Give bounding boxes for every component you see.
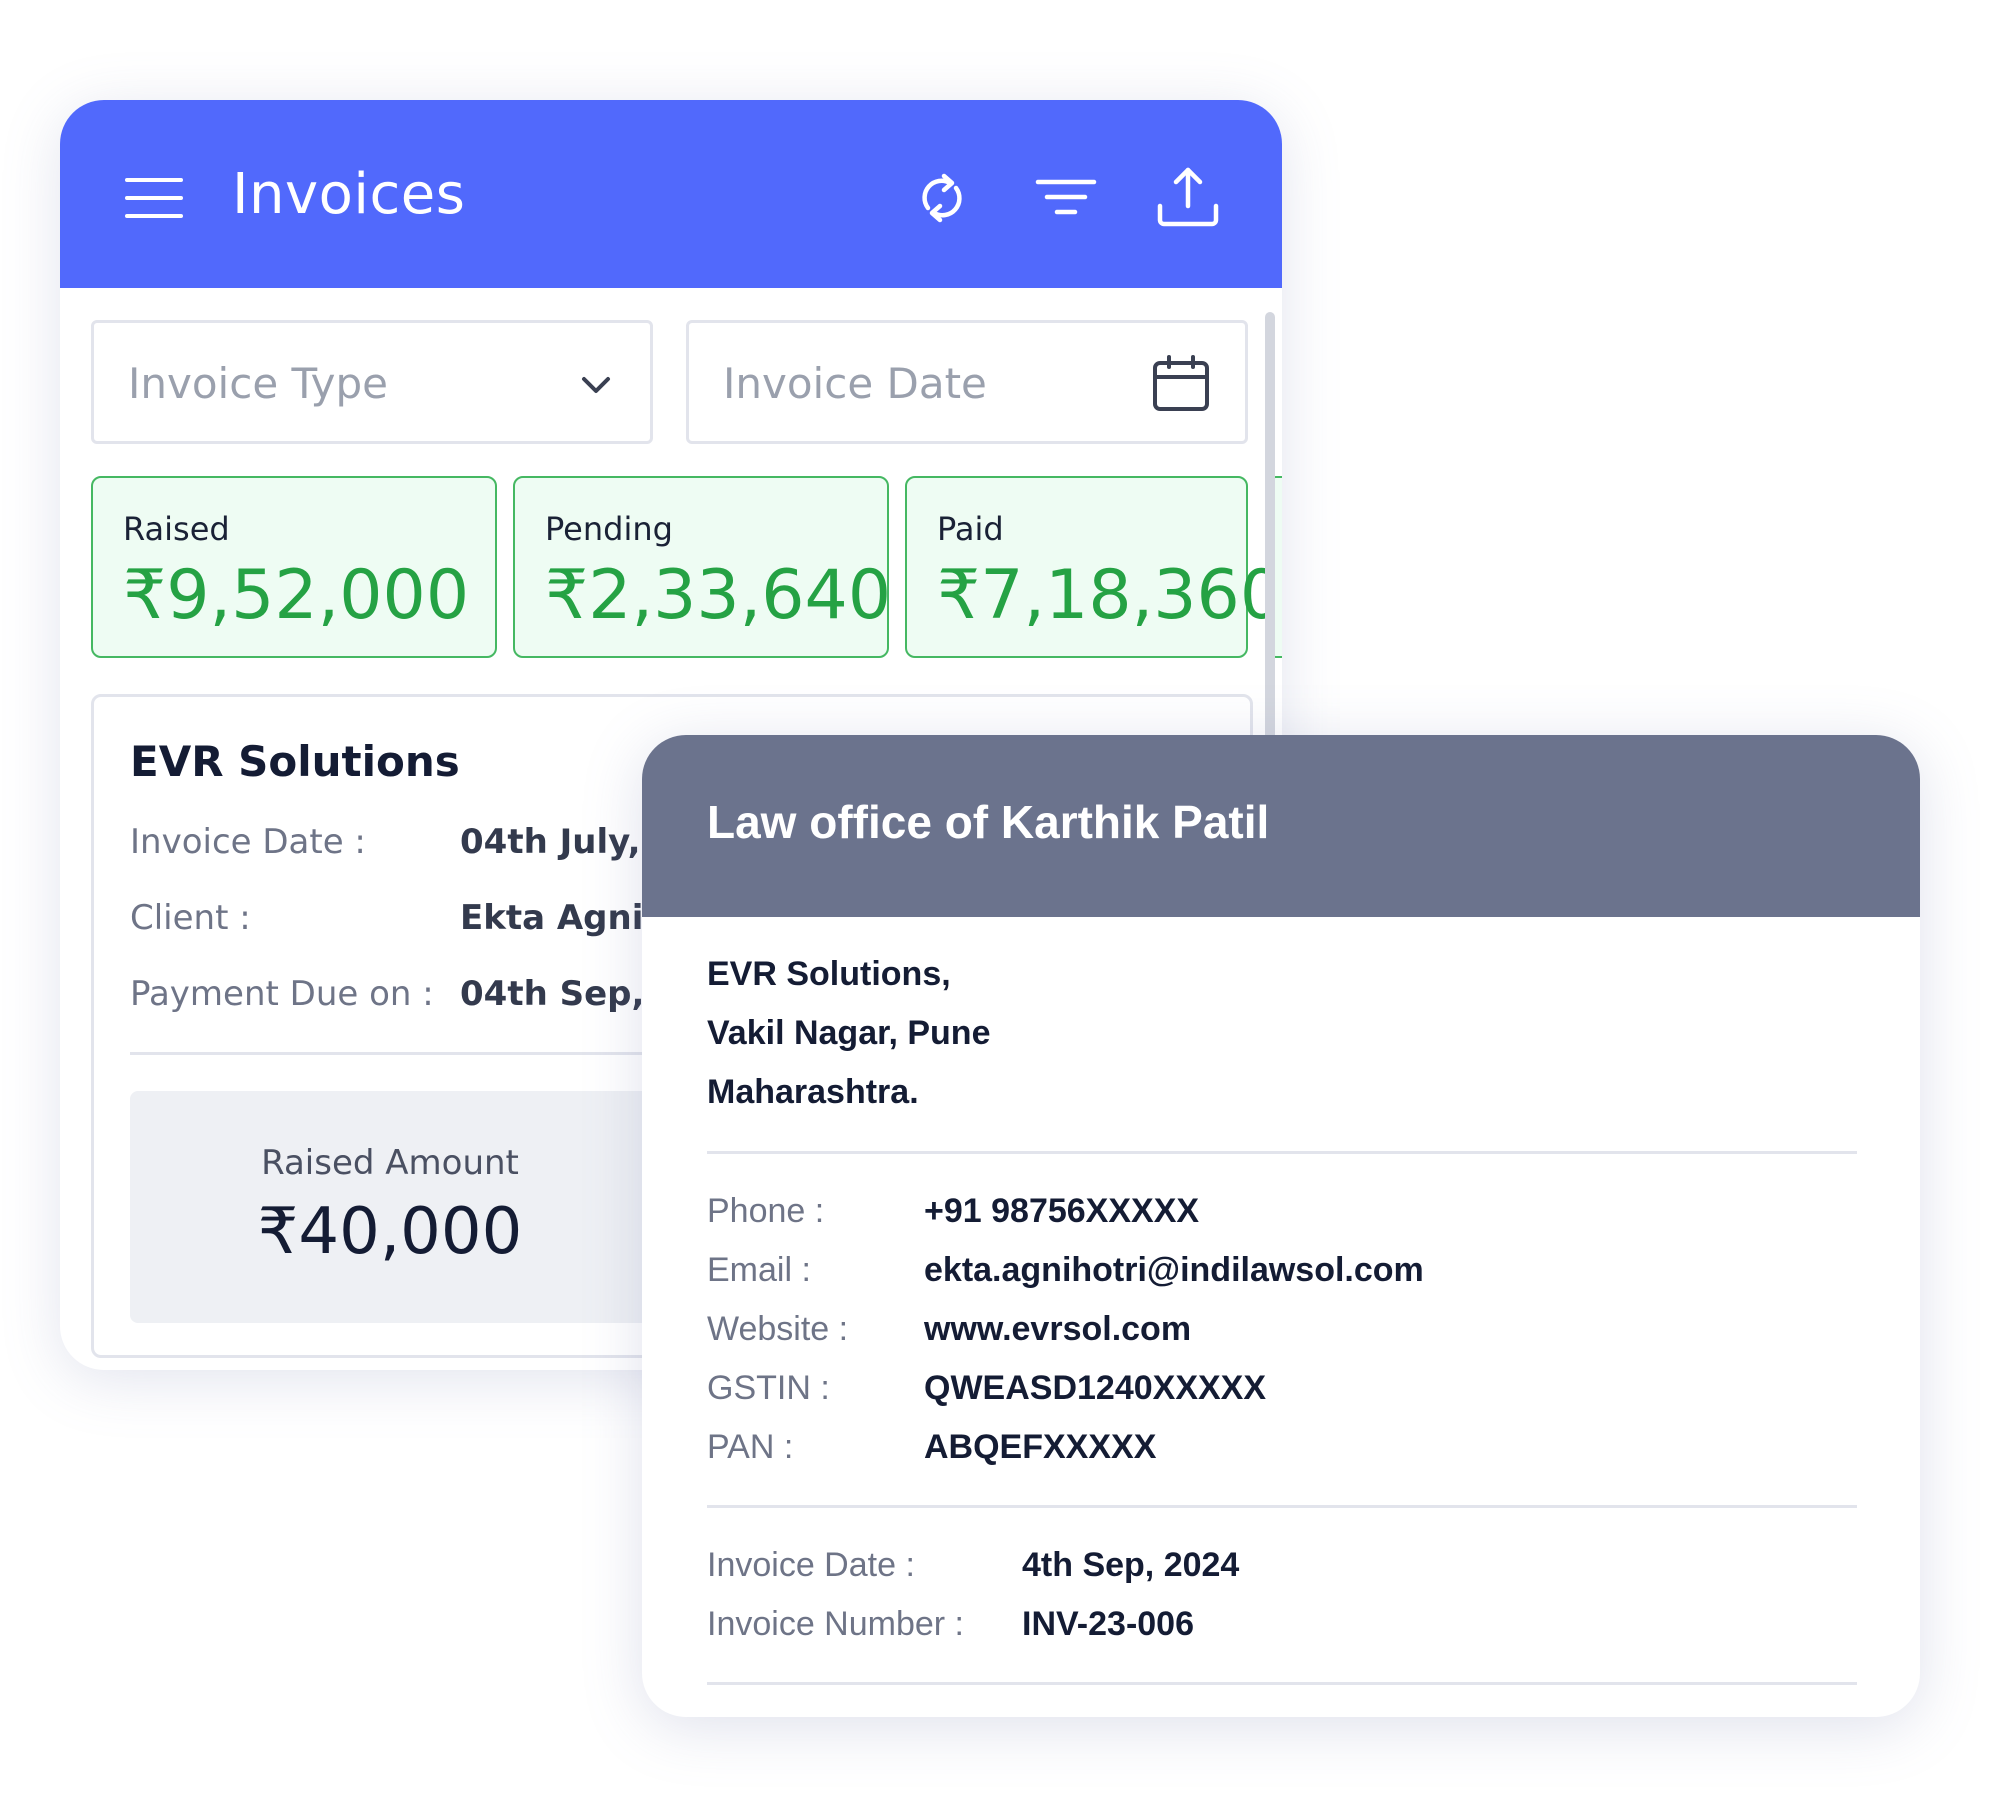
row-key: PAN : xyxy=(707,1428,794,1466)
row-key: Invoice Number : xyxy=(707,1605,964,1643)
sync-icon[interactable] xyxy=(906,162,978,234)
stat-value: ₹2,33,640 xyxy=(545,556,892,635)
email-value: ekta.agnihotri@indilawsol.com xyxy=(924,1251,1424,1289)
stat-label: Raised xyxy=(123,510,230,548)
row-key: Payment Due on : xyxy=(130,974,434,1014)
row-key: GSTIN : xyxy=(707,1369,830,1407)
calendar-icon[interactable] xyxy=(1149,353,1213,417)
row-key: Client : xyxy=(130,898,251,938)
website-row: Website : www.evrsol.com xyxy=(707,1310,1191,1349)
invoice-date-input[interactable]: Invoice Date xyxy=(686,320,1248,444)
invoice-number-value: INV-23-006 xyxy=(1022,1605,1194,1643)
website-value: www.evrsol.com xyxy=(924,1310,1192,1348)
invoice-detail-card: Law office of Karthik Patil EVR Solution… xyxy=(642,735,1920,1717)
detail-invoice-date-row: Invoice Date : 4th Sep, 2024 xyxy=(707,1546,1239,1585)
divider xyxy=(707,1682,1857,1685)
pan-value: ABQEFXXXXX xyxy=(924,1428,1157,1466)
menu-icon[interactable] xyxy=(125,178,183,218)
stat-label: Pending xyxy=(545,510,673,548)
row-key: Invoice Date : xyxy=(707,1546,915,1584)
row-key: Website : xyxy=(707,1310,849,1348)
invoice-date-placeholder: Invoice Date xyxy=(723,359,987,408)
raised-amount-label: Raised Amount xyxy=(261,1143,519,1183)
stat-value: ₹7,18,360 xyxy=(937,556,1282,635)
stat-raised[interactable]: Raised ₹9,52,000 xyxy=(91,476,497,658)
row-value: Ekta Agnih xyxy=(460,898,668,938)
payment-due-row: Payment Due on : 04th Sep, 2 xyxy=(130,974,680,1014)
stat-value: ₹9,52,000 xyxy=(123,556,470,635)
invoice-type-placeholder: Invoice Type xyxy=(128,359,388,408)
invoice-type-select[interactable]: Invoice Type xyxy=(91,320,653,444)
upload-icon[interactable] xyxy=(1152,162,1224,234)
stat-paid[interactable]: Paid ₹7,18,360 xyxy=(905,476,1282,658)
invoice-company-name: EVR Solutions xyxy=(130,737,460,786)
page-title: Invoices xyxy=(232,162,466,227)
filter-icon[interactable] xyxy=(1030,162,1102,234)
client-row: Client : Ekta Agnih xyxy=(130,898,668,938)
divider xyxy=(707,1151,1857,1154)
detail-invoice-date-value: 4th Sep, 2024 xyxy=(1022,1546,1240,1584)
stat-pending[interactable]: Pending ₹2,33,640 xyxy=(513,476,892,658)
email-row: Email : ekta.agnihotri@indilawsol.com xyxy=(707,1251,1424,1290)
chevron-down-icon xyxy=(564,353,628,417)
row-key: Email : xyxy=(707,1251,811,1289)
address-line: EVR Solutions, xyxy=(707,955,951,993)
invoice-number-row: Invoice Number : INV-23-006 xyxy=(707,1605,1194,1644)
address-line: Vakil Nagar, Pune xyxy=(707,1014,991,1052)
row-key: Phone : xyxy=(707,1192,825,1230)
gstin-value: QWEASD1240XXXXX xyxy=(924,1369,1267,1407)
pan-row: PAN : ABQEFXXXXX xyxy=(707,1428,1156,1467)
raised-amount-box: Raised Amount ₹40,000 xyxy=(130,1091,650,1323)
detail-header: Law office of Karthik Patil xyxy=(642,735,1920,917)
invoice-date-row: Invoice Date : 04th July, 2 xyxy=(130,822,676,862)
phone-value: +91 98756XXXXX xyxy=(924,1192,1200,1230)
app-header: Invoices xyxy=(60,100,1282,288)
row-key: Invoice Date : xyxy=(130,822,366,862)
phone-row: Phone : +91 98756XXXXX xyxy=(707,1192,1199,1231)
address-line: Maharashtra. xyxy=(707,1073,919,1111)
gstin-row: GSTIN : QWEASD1240XXXXX xyxy=(707,1369,1266,1408)
detail-title: Law office of Karthik Patil xyxy=(707,796,1270,848)
divider xyxy=(707,1505,1857,1508)
stat-label: Paid xyxy=(937,510,1004,548)
raised-amount-value: ₹40,000 xyxy=(257,1195,523,1269)
